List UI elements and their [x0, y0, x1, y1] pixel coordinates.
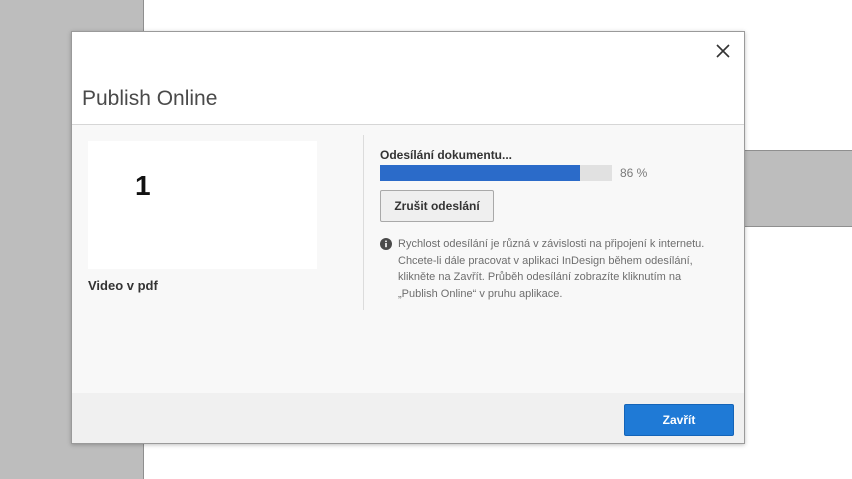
- dialog-footer: Zavřít: [72, 393, 744, 443]
- upload-status-label: Odesílání dokumentu...: [380, 148, 513, 162]
- dialog-header: Publish Online: [72, 32, 744, 125]
- thumbnail-page-number: 1: [135, 170, 151, 201]
- publish-online-dialog: Publish Online 1 Video v pdf Odesílání d…: [71, 31, 745, 444]
- close-icon[interactable]: [712, 40, 734, 62]
- upload-progress-bar: [380, 165, 612, 181]
- upload-progress-fill: [380, 165, 580, 181]
- dialog-body: 1 Video v pdf Odesílání dokumentu... 86 …: [72, 125, 744, 393]
- document-name: Video v pdf: [88, 278, 158, 293]
- vertical-divider: [363, 135, 364, 310]
- upload-info-text: Rychlost odesílání je různá v závislosti…: [398, 238, 705, 300]
- document-thumbnail: 1: [88, 141, 317, 269]
- close-button[interactable]: Zavřít: [624, 404, 734, 436]
- dialog-title: Publish Online: [82, 87, 218, 110]
- info-icon: [380, 238, 392, 250]
- cancel-upload-button[interactable]: Zrušit odeslání: [380, 190, 494, 222]
- background-panel-right: [744, 150, 852, 227]
- upload-progress-percent: 86 %: [620, 166, 648, 180]
